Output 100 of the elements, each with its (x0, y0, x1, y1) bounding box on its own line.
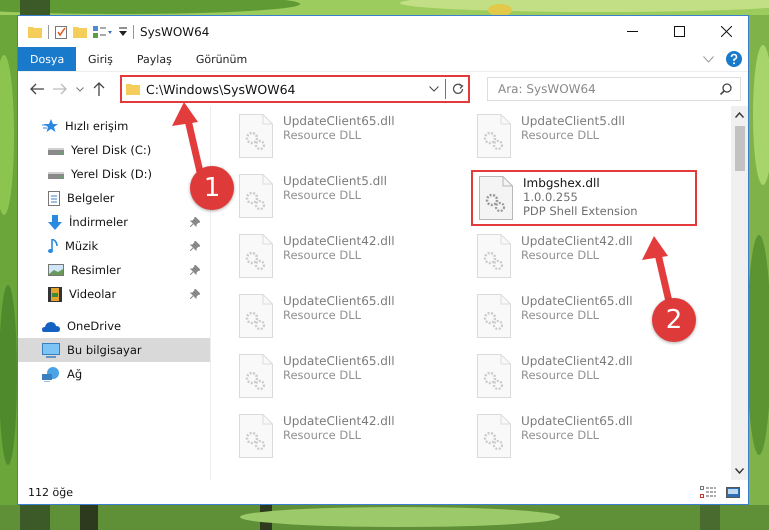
address-path: C:\Windows\SysWOW64 (146, 82, 296, 96)
file-name: UpdateClient65.dll (521, 414, 633, 428)
dll-file-icon (477, 294, 511, 338)
file-description: Resource DLL (283, 188, 362, 202)
file-tile[interactable]: UpdateClient5.dll Resource DLL (233, 170, 393, 226)
nav-label: Bu bilgisayar (67, 343, 142, 357)
file-description: Resource DLL (521, 248, 600, 262)
file-tile[interactable]: UpdateClient65.dll Resource DLL (471, 410, 639, 466)
search-icon[interactable] (720, 83, 732, 95)
file-name: UpdateClient65.dll (283, 114, 395, 128)
file-description: PDP Shell Extension (523, 204, 638, 218)
item-count: 112 öğe (28, 486, 73, 498)
ribbon-tab[interactable]: Giriş (76, 47, 125, 71)
dll-file-icon (477, 114, 511, 158)
nav-label: Hızlı erişim (65, 119, 128, 133)
file-tile[interactable]: UpdateClient65.dll Resource DLL (233, 290, 401, 346)
search-field[interactable]: Ara: SysWOW64 (487, 77, 741, 101)
file-tile[interactable]: UpdateClient42.dll Resource DLL (233, 410, 401, 466)
nav-item[interactable]: Ağ (18, 362, 82, 386)
dropdown-icon[interactable] (119, 26, 127, 36)
nav-label: Yerel Disk (D:) (71, 167, 152, 181)
ribbon-tab[interactable]: Görünüm (184, 47, 260, 71)
file-description: Resource DLL (283, 428, 362, 442)
pin-icon[interactable] (190, 217, 200, 227)
dll-file-icon (477, 234, 511, 278)
nav-label: OneDrive (67, 319, 122, 333)
details-view-icon[interactable] (700, 486, 716, 498)
file-description: Resource DLL (521, 428, 600, 442)
help-icon[interactable] (726, 51, 742, 67)
pin-icon[interactable] (190, 289, 200, 299)
chevron-down-icon[interactable] (429, 86, 439, 92)
search-input[interactable]: Ara: SysWOW64 (496, 81, 720, 97)
cloud-icon (42, 320, 60, 332)
drive-icon (48, 145, 64, 155)
scroll-up-icon[interactable] (735, 112, 744, 118)
nav-label: Yerel Disk (C:) (71, 143, 152, 157)
network-icon (42, 366, 60, 382)
nav-item[interactable]: OneDrive (18, 314, 122, 338)
file-tile[interactable]: UpdateClient65.dll Resource DLL (233, 110, 401, 166)
chevron-down-icon[interactable] (76, 86, 84, 92)
dll-file-icon (239, 414, 273, 458)
dll-file-icon (477, 354, 511, 398)
dll-file-icon (479, 176, 513, 220)
file-tile[interactable]: UpdateClient42.dll Resource DLL (471, 350, 639, 406)
file-name: UpdateClient5.dll (283, 174, 387, 188)
nav-label: Ağ (67, 367, 82, 381)
file-name: UpdateClient42.dll (521, 234, 633, 248)
back-arrow-icon[interactable] (30, 83, 44, 95)
pin-icon[interactable] (190, 241, 200, 251)
nav-item[interactable]: Bu bilgisayar (18, 338, 210, 362)
nav-label: Müzik (65, 239, 100, 253)
dll-file-icon (239, 354, 273, 398)
scroll-down-icon[interactable] (735, 468, 744, 474)
file-tile[interactable]: UpdateClient65.dll Resource DLL (233, 350, 401, 406)
nav-item[interactable]: İndirmeler (18, 210, 210, 234)
file-tile[interactable]: Imbgshex.dll 1.0.0.255 PDP Shell Extension (471, 170, 697, 226)
pin-icon[interactable] (190, 265, 200, 275)
view-options-icon[interactable] (93, 26, 113, 38)
music-note-icon (48, 238, 58, 254)
maximize-icon[interactable] (674, 26, 685, 37)
file-tile[interactable]: UpdateClient42.dll Resource DLL (471, 230, 639, 286)
nav-item[interactable]: Resimler (18, 258, 210, 282)
ribbon-tab[interactable]: Dosya (18, 47, 76, 71)
nav-item[interactable]: Müzik (18, 234, 210, 258)
download-arrow-icon (48, 214, 62, 230)
file-description: Resource DLL (521, 368, 600, 382)
address-bar[interactable]: C:\Windows\SysWOW64 (120, 75, 470, 103)
ribbon-tab[interactable]: Paylaş (124, 47, 184, 71)
file-tile[interactable]: UpdateClient5.dll Resource DLL (471, 110, 631, 166)
nav-label: Belgeler (67, 191, 115, 205)
computer-icon (42, 342, 60, 358)
nav-label: İndirmeler (69, 215, 129, 229)
nav-item[interactable]: Belgeler (18, 186, 125, 210)
dll-file-icon (477, 414, 511, 458)
file-name: UpdateClient5.dll (521, 114, 625, 128)
file-name: UpdateClient65.dll (283, 294, 395, 308)
dll-file-icon (239, 294, 273, 338)
window-title: SysWOW64 (140, 24, 210, 38)
nav-item[interactable]: Yerel Disk (D:) (18, 162, 162, 186)
scrollbar-thumb[interactable] (734, 126, 744, 171)
nav-item[interactable]: Videolar (18, 282, 210, 306)
refresh-icon[interactable] (452, 83, 464, 95)
file-description: Resource DLL (283, 248, 362, 262)
up-arrow-icon[interactable] (93, 82, 105, 96)
properties-icon[interactable] (55, 24, 67, 38)
close-icon[interactable] (721, 26, 732, 37)
file-tile[interactable]: UpdateClient42.dll Resource DLL (233, 230, 401, 286)
file-tile[interactable]: UpdateClient65.dll Resource DLL (471, 290, 639, 346)
file-description: Resource DLL (283, 308, 362, 322)
picture-icon (48, 264, 64, 276)
nav-item[interactable]: Yerel Disk (C:) (18, 138, 162, 162)
dll-file-icon (239, 114, 273, 158)
file-description: Resource DLL (521, 128, 600, 142)
file-name: UpdateClient65.dll (283, 354, 395, 368)
file-description: Resource DLL (283, 368, 362, 382)
drive-icon (48, 169, 64, 179)
large-icons-view-icon[interactable] (726, 486, 740, 498)
folder-icon (126, 83, 140, 95)
nav-item[interactable]: Hızlı erişim (18, 114, 128, 138)
file-description: Resource DLL (521, 308, 600, 322)
